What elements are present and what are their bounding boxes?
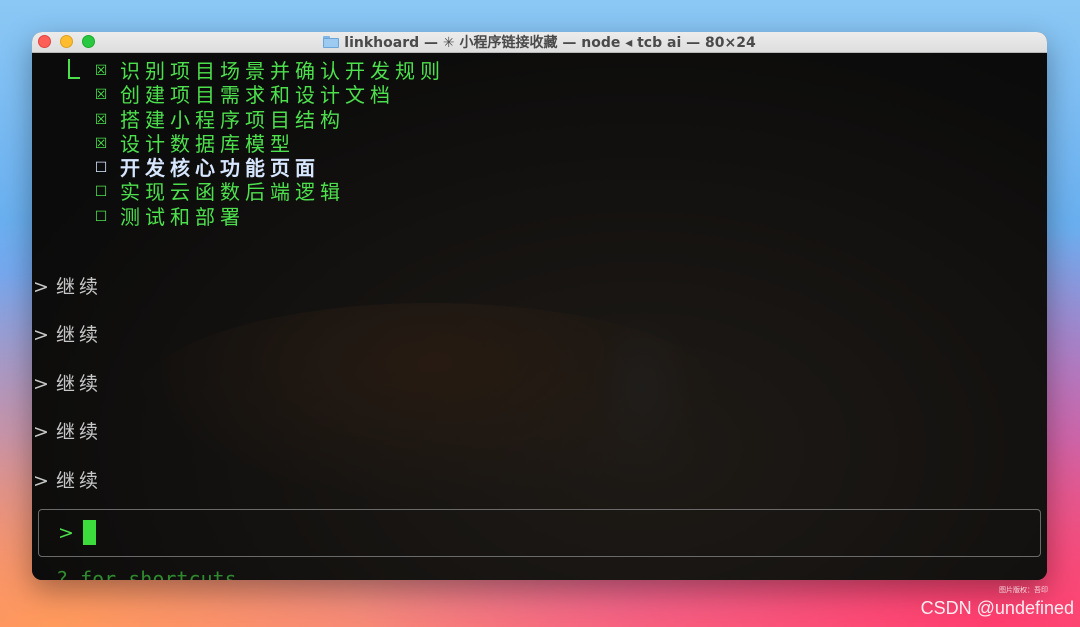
todo-label: 开发核心功能页面 xyxy=(120,156,320,181)
shortcuts-hint: ? for shortcuts xyxy=(56,567,237,580)
folder-icon xyxy=(323,36,340,48)
checked-box-icon: ☒ xyxy=(94,111,108,128)
terminal-window: linkhoard — ✳ 小程序链接收藏 — node ◂ tcb ai — … xyxy=(32,32,1047,580)
text-cursor xyxy=(83,520,96,545)
terminal-content[interactable]: ☒ 识别项目场景并确认开发规则 ☒ 创建项目需求和设计文档 ☒ 搭建小程序项目结… xyxy=(32,53,1047,580)
history-text: 继续 xyxy=(56,421,103,443)
todo-label: 实现云函数后端逻辑 xyxy=(120,180,345,205)
todo-label: 测试和部署 xyxy=(120,204,245,229)
prompt-caret: > xyxy=(33,373,49,395)
history-text: 继续 xyxy=(56,324,103,346)
history-text: 继续 xyxy=(56,470,103,492)
window-title: linkhoard — ✳ 小程序链接收藏 — node ◂ tcb ai — … xyxy=(32,32,1047,52)
todo-label: 设计数据库模型 xyxy=(120,131,295,156)
background-tree xyxy=(592,313,692,463)
todo-label: 搭建小程序项目结构 xyxy=(120,107,345,132)
history-text: 继续 xyxy=(56,373,103,395)
checked-box-icon: ☒ xyxy=(94,87,108,104)
title-bar[interactable]: linkhoard — ✳ 小程序链接收藏 — node ◂ tcb ai — … xyxy=(32,32,1047,53)
image-copyright: 图片版权：吾印 xyxy=(999,586,1048,594)
unchecked-box-icon: ☐ xyxy=(94,184,108,201)
prompt-caret: > xyxy=(33,276,49,298)
checked-box-icon: ☒ xyxy=(94,135,108,152)
window-title-text: linkhoard — ✳ 小程序链接收藏 — node ◂ tcb ai — … xyxy=(344,35,756,51)
prompt-caret: > xyxy=(33,324,49,346)
todo-label: 识别项目场景并确认开发规则 xyxy=(120,59,445,83)
todo-label: 创建项目需求和设计文档 xyxy=(120,83,395,108)
unchecked-box-icon: ☐ xyxy=(94,208,108,225)
csdn-watermark: CSDN @undefined xyxy=(920,598,1074,618)
input-prompt-caret: > xyxy=(58,522,74,544)
prompt-caret: > xyxy=(33,470,49,492)
prompt-caret: > xyxy=(33,421,49,443)
prompt-input-box[interactable]: > xyxy=(38,509,1041,557)
history-text: 继续 xyxy=(56,276,103,298)
unchecked-box-icon: ☐ xyxy=(94,160,108,177)
tree-branch-icon xyxy=(68,59,80,79)
checked-box-icon: ☒ xyxy=(94,63,108,79)
